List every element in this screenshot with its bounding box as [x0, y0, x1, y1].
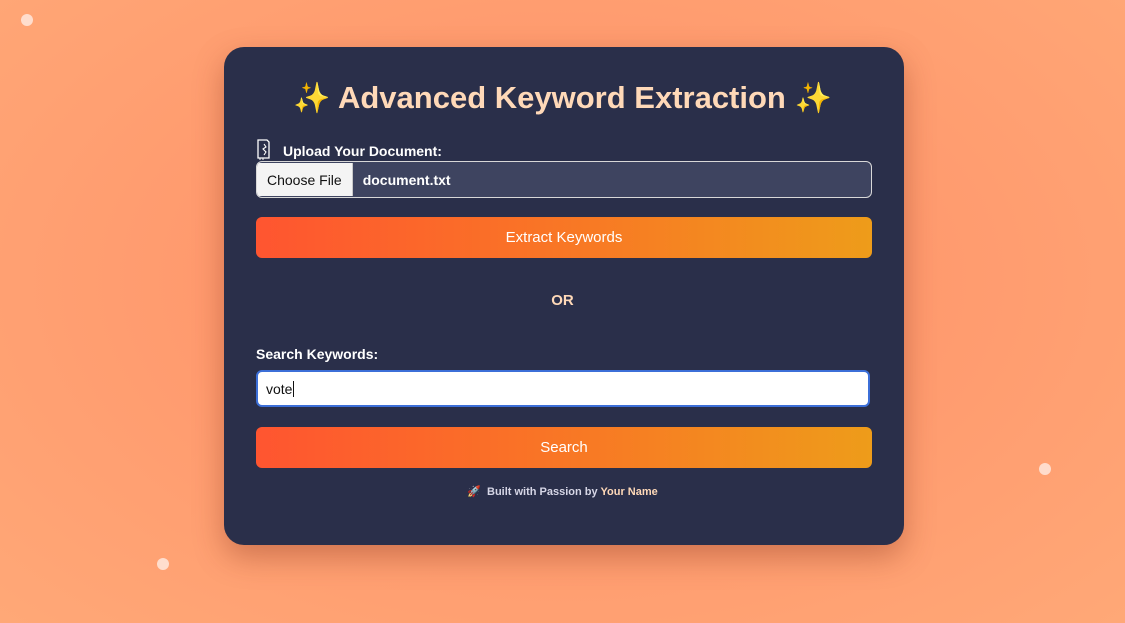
decorative-dot — [157, 558, 169, 570]
upload-label: Upload Your Document: — [256, 139, 442, 161]
text-caret — [293, 380, 295, 397]
footer-prefix: Built with Passion by — [487, 486, 598, 498]
choose-file-button[interactable]: Choose File — [257, 163, 353, 196]
upload-label-text: Upload Your Document: — [283, 143, 442, 159]
search-input-value: vote — [266, 380, 293, 397]
search-keywords-label: Search Keywords: — [256, 346, 379, 362]
rocket-icon: 🚀 — [467, 486, 481, 498]
document-icon — [256, 139, 283, 161]
search-input[interactable]: vote — [256, 370, 870, 407]
file-input[interactable]: Choose File document.txt — [256, 161, 872, 198]
selected-file-name: document.txt — [362, 171, 451, 188]
extract-keywords-button[interactable]: Extract Keywords — [256, 217, 872, 258]
sparkles-icon: ✨ — [293, 82, 331, 115]
or-divider: OR — [551, 292, 574, 309]
decorative-dot — [21, 14, 33, 26]
page-title-text: Advanced Keyword Extraction — [337, 80, 786, 115]
footer: 🚀 Built with Passion by Your Name — [0, 485, 1125, 498]
footer-author-name: Your Name — [600, 486, 658, 498]
page-title: ✨ Advanced Keyword Extraction ✨ — [0, 76, 1125, 120]
sparkles-icon: ✨ — [794, 82, 832, 115]
search-button[interactable]: Search — [256, 427, 872, 468]
decorative-dot — [1039, 463, 1051, 475]
